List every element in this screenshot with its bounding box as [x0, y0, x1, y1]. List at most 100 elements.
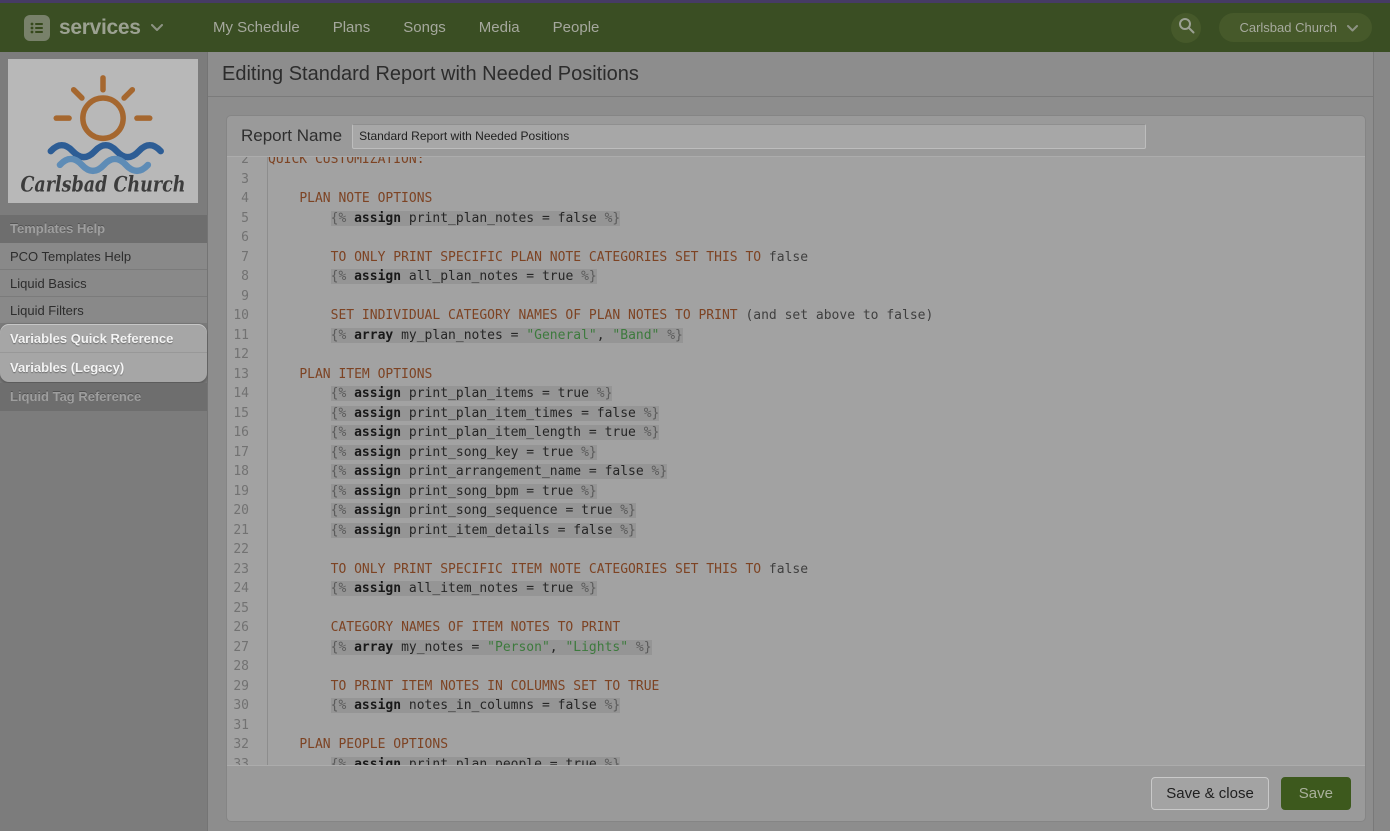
- line-number: 4: [227, 189, 258, 209]
- line-number: 7: [227, 248, 258, 268]
- code-line: 16 {% assign print_plan_item_length = tr…: [227, 423, 1365, 443]
- page-title-bar: Editing Standard Report with Needed Posi…: [208, 52, 1390, 97]
- panel-footer: Save & close Save: [227, 765, 1365, 821]
- code-line: 28: [227, 657, 1365, 677]
- nav-item-my-schedule[interactable]: My Schedule: [213, 19, 300, 36]
- line-number: 2: [227, 157, 258, 170]
- search-icon: [1178, 17, 1195, 39]
- line-number: 11: [227, 326, 258, 346]
- report-editor-panel: Report Name 2QUICK CUSTOMIZATION:3 4 PLA…: [226, 115, 1366, 822]
- line-number: 17: [227, 443, 258, 463]
- page-scrollbar[interactable]: [1373, 52, 1390, 831]
- code-lines: 2QUICK CUSTOMIZATION:3 4 PLAN NOTE OPTIO…: [227, 157, 1365, 765]
- line-number: 20: [227, 501, 258, 521]
- sidebar-section-header: Liquid Tag Reference: [0, 383, 207, 411]
- line-number: 22: [227, 540, 258, 560]
- services-logo-icon: [24, 15, 50, 41]
- report-name-row: Report Name: [227, 116, 1365, 157]
- code-line: 27 {% array my_notes = "Person", "Lights…: [227, 638, 1365, 658]
- content-area: Editing Standard Report with Needed Posi…: [208, 52, 1390, 831]
- church-logo: Carlsbad Church: [8, 59, 198, 203]
- code-line: 20 {% assign print_song_sequence = true …: [227, 501, 1365, 521]
- line-number: 29: [227, 677, 258, 697]
- code-line: 29 TO PRINT ITEM NOTES IN COLUMNS SET TO…: [227, 677, 1365, 697]
- line-number: 13: [227, 365, 258, 385]
- sidebar: Carlsbad Church Templates HelpPCO Templa…: [0, 52, 208, 831]
- nav-item-songs[interactable]: Songs: [403, 19, 446, 36]
- code-line: 5 {% assign print_plan_notes = false %}: [227, 209, 1365, 229]
- line-number: 16: [227, 423, 258, 443]
- line-number: 33: [227, 755, 258, 766]
- line-number: 3: [227, 170, 258, 190]
- nav-item-media[interactable]: Media: [479, 19, 520, 36]
- sidebar-item[interactable]: Liquid Filters: [0, 297, 207, 324]
- code-line: 22: [227, 540, 1365, 560]
- code-line: 30 {% assign notes_in_columns = false %}: [227, 696, 1365, 716]
- code-line: 4 PLAN NOTE OPTIONS: [227, 189, 1365, 209]
- save-button[interactable]: Save: [1281, 777, 1351, 810]
- sidebar-item[interactable]: Variables (Legacy): [0, 353, 207, 382]
- sidebar-section-header: Templates Help: [0, 215, 207, 243]
- chevron-down-icon: [151, 19, 163, 37]
- line-number: 32: [227, 735, 258, 755]
- code-line: 17 {% assign print_song_key = true %}: [227, 443, 1365, 463]
- line-number: 21: [227, 521, 258, 541]
- logo-wave-light: [60, 159, 148, 171]
- sidebar-active-group: Variables Quick ReferenceVariables (Lega…: [0, 324, 207, 382]
- logo-church-name: Carlsbad Church: [20, 172, 185, 197]
- line-number: 23: [227, 560, 258, 580]
- line-number: 19: [227, 482, 258, 502]
- line-number: 27: [227, 638, 258, 658]
- code-line: 25: [227, 599, 1365, 619]
- sidebar-item[interactable]: Variables Quick Reference: [0, 324, 207, 353]
- line-number: 9: [227, 287, 258, 307]
- code-line: 24 {% assign all_item_notes = true %}: [227, 579, 1365, 599]
- save-and-close-button[interactable]: Save & close: [1151, 777, 1269, 810]
- code-line: 10 SET INDIVIDUAL CATEGORY NAMES OF PLAN…: [227, 306, 1365, 326]
- line-number: 25: [227, 599, 258, 619]
- organization-menu-button[interactable]: Carlsbad Church: [1219, 13, 1372, 42]
- code-line: 12: [227, 345, 1365, 365]
- primary-nav: My Schedule Plans Songs Media People: [213, 19, 599, 36]
- line-number: 5: [227, 209, 258, 229]
- line-number: 8: [227, 267, 258, 287]
- logo-wave-dark: [51, 145, 161, 157]
- services-app-switcher[interactable]: services: [24, 15, 190, 41]
- line-number: 10: [227, 306, 258, 326]
- app-header: services My Schedule Plans Songs Media Peopl…: [0, 3, 1390, 52]
- line-number: 14: [227, 384, 258, 404]
- code-line: 21 {% assign print_item_details = false …: [227, 521, 1365, 541]
- code-line: 15 {% assign print_plan_item_times = fal…: [227, 404, 1365, 424]
- code-line: 7 TO ONLY PRINT SPECIFIC PLAN NOTE CATEG…: [227, 248, 1365, 268]
- line-number: 24: [227, 579, 258, 599]
- report-name-input[interactable]: [352, 124, 1146, 149]
- line-number: 15: [227, 404, 258, 424]
- code-line: 31: [227, 716, 1365, 736]
- organization-name: Carlsbad Church: [1239, 20, 1337, 35]
- code-editor[interactable]: 2QUICK CUSTOMIZATION:3 4 PLAN NOTE OPTIO…: [227, 157, 1365, 765]
- code-line: 13 PLAN ITEM OPTIONS: [227, 365, 1365, 385]
- code-line: 6: [227, 228, 1365, 248]
- line-number: 26: [227, 618, 258, 638]
- line-number: 31: [227, 716, 258, 736]
- sidebar-item[interactable]: Liquid Basics: [0, 270, 207, 297]
- line-number: 12: [227, 345, 258, 365]
- code-line: 8 {% assign all_plan_notes = true %}: [227, 267, 1365, 287]
- code-line: 18 {% assign print_arrangement_name = fa…: [227, 462, 1365, 482]
- page-title: Editing Standard Report with Needed Posi…: [222, 63, 639, 86]
- code-line: 3: [227, 170, 1365, 190]
- code-line: 19 {% assign print_song_bpm = true %}: [227, 482, 1365, 502]
- sidebar-item[interactable]: PCO Templates Help: [0, 243, 207, 270]
- code-line: 9: [227, 287, 1365, 307]
- code-line: 33 {% assign print_plan_people = true %}: [227, 755, 1365, 766]
- sidebar-menu: Templates HelpPCO Templates HelpLiquid B…: [0, 215, 207, 411]
- gutter-divider: [267, 157, 268, 765]
- nav-item-plans[interactable]: Plans: [333, 19, 371, 36]
- code-line: 2QUICK CUSTOMIZATION:: [227, 157, 1365, 170]
- services-wordmark: services: [59, 16, 141, 40]
- code-line: 11 {% array my_plan_notes = "General", "…: [227, 326, 1365, 346]
- nav-item-people[interactable]: People: [553, 19, 600, 36]
- code-line: 32 PLAN PEOPLE OPTIONS: [227, 735, 1365, 755]
- logo-sun-icon: [56, 78, 150, 139]
- search-button[interactable]: [1171, 13, 1201, 43]
